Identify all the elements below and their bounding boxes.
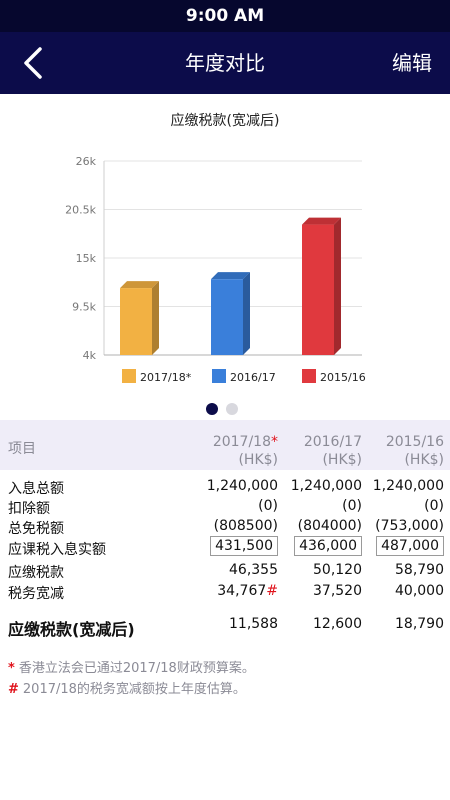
column-year-mark: * — [271, 434, 278, 450]
column-unit: (HK$) — [404, 452, 444, 468]
row-value-mark: # — [266, 583, 278, 599]
row-value: 40,000 — [395, 583, 444, 599]
column-unit: (HK$) — [238, 452, 278, 468]
nav-bar: 年度对比 编辑 — [0, 32, 450, 94]
footnote-mark: # — [8, 682, 19, 697]
legend-swatch — [302, 369, 316, 383]
row-label: 应课税入息实额 — [8, 542, 106, 558]
row-value: 1,240,000 — [372, 478, 444, 494]
table-row-net-chargeable-income: 应课税入息实额 431,500 436,000 487,000 — [0, 536, 450, 558]
y-tick-label: 15k — [76, 252, 97, 265]
legend-label: 2017/18* — [140, 371, 192, 384]
row-value: 46,355 — [229, 562, 278, 578]
bar — [211, 279, 243, 355]
column-unit: (HK$) — [322, 452, 362, 468]
status-time: 9:00 AM — [185, 6, 265, 26]
table-row-tax-after-reduction: 应缴税款(宽减后) 11,588 12,600 18,790 — [0, 614, 450, 639]
y-tick-label: 26k — [76, 155, 97, 168]
row-value: 1,240,000 — [206, 478, 278, 494]
column-header-item: 项目 — [8, 441, 36, 457]
y-tick-label: 9.5k — [72, 301, 96, 314]
row-label: 应缴税款(宽减后) — [8, 620, 135, 639]
row-value: 34,767# — [217, 583, 278, 599]
page-title: 年度对比 — [185, 51, 265, 75]
page-dot-2[interactable] — [226, 403, 238, 415]
row-value: 37,520 — [313, 583, 362, 599]
row-value: 487,000 — [376, 536, 444, 556]
table-row-total-income: 入息总额 1,240,000 1,240,000 1,240,000 — [0, 476, 450, 497]
row-label: 入息总额 — [8, 481, 64, 497]
legend-label: 2016/17 — [230, 371, 276, 384]
row-value: 58,790 — [395, 562, 444, 578]
status-bar: 9:00 AM — [0, 0, 450, 32]
y-tick-label: 4k — [83, 349, 97, 362]
table-row-deductions: 扣除额 (0) (0) (0) — [0, 496, 450, 517]
footnote-text: 2017/18的税务宽减额按上年度估算。 — [22, 682, 246, 697]
legend-swatch — [212, 369, 226, 383]
row-label: 总免税额 — [8, 521, 64, 537]
row-value: 431,500 — [210, 536, 278, 556]
bar-side — [334, 217, 341, 355]
table-header: 项目 2017/18* (HK$) 2016/17 (HK$) 2015/16 … — [0, 420, 450, 470]
y-tick-label: 20.5k — [65, 204, 96, 217]
row-value: (0) — [342, 498, 362, 514]
row-value-number: 34,767 — [217, 583, 267, 599]
footnote-budget: * 香港立法会已通过2017/18财政预算案。 — [8, 657, 255, 676]
column-header-2017: 2017/18* (HK$) — [213, 433, 278, 469]
bar — [302, 224, 334, 355]
bar-side — [243, 272, 250, 355]
column-header-2016: 2016/17 (HK$) — [304, 433, 362, 469]
edit-button[interactable]: 编辑 — [392, 32, 432, 94]
bar-chart: 4k 9.5k 15k 20.5k 26k 2017/18* 2016/17 2015/16 — [65, 155, 366, 384]
row-label: 税务宽减 — [8, 586, 64, 602]
row-value: (0) — [258, 498, 278, 514]
footnote-mark: * — [8, 661, 15, 676]
table-row-tax-reduction: 税务宽减 34,767# 37,520 40,000 — [0, 581, 450, 602]
table-row-tax-payable: 应缴税款 46,355 50,120 58,790 — [0, 560, 450, 581]
row-label: 应缴税款 — [8, 565, 64, 581]
row-value: 18,790 — [395, 616, 444, 632]
footnote-estimate: #2017/18的税务宽减额按上年度估算。 — [8, 678, 246, 697]
column-year: 2016/17 — [303, 434, 362, 450]
row-value: 50,120 — [313, 562, 362, 578]
column-year: 2017/18 — [212, 434, 271, 450]
row-label: 扣除额 — [8, 501, 50, 517]
row-value: 436,000 — [294, 536, 362, 556]
column-year: 2015/16 — [385, 434, 444, 450]
legend-label: 2015/16 — [320, 371, 366, 384]
bar-side — [152, 281, 159, 355]
chart-title: 应缴税款(宽减后) — [170, 113, 280, 129]
row-value: (753,000) — [375, 518, 444, 534]
row-value: 12,600 — [313, 616, 362, 632]
row-value: (804000) — [297, 518, 362, 534]
row-value: (0) — [424, 498, 444, 514]
row-value: 1,240,000 — [290, 478, 362, 494]
page-dot-1[interactable] — [206, 403, 218, 415]
column-header-2015: 2015/16 (HK$) — [386, 433, 444, 469]
footnote-text: 香港立法会已通过2017/18财政预算案。 — [18, 661, 255, 676]
bar — [120, 288, 152, 355]
row-value: 11,588 — [229, 616, 278, 632]
table-row-allowances: 总免税额 (808500) (804000) (753,000) — [0, 516, 450, 537]
row-value: (808500) — [213, 518, 278, 534]
page-indicator — [206, 400, 246, 419]
legend-swatch — [122, 369, 136, 383]
